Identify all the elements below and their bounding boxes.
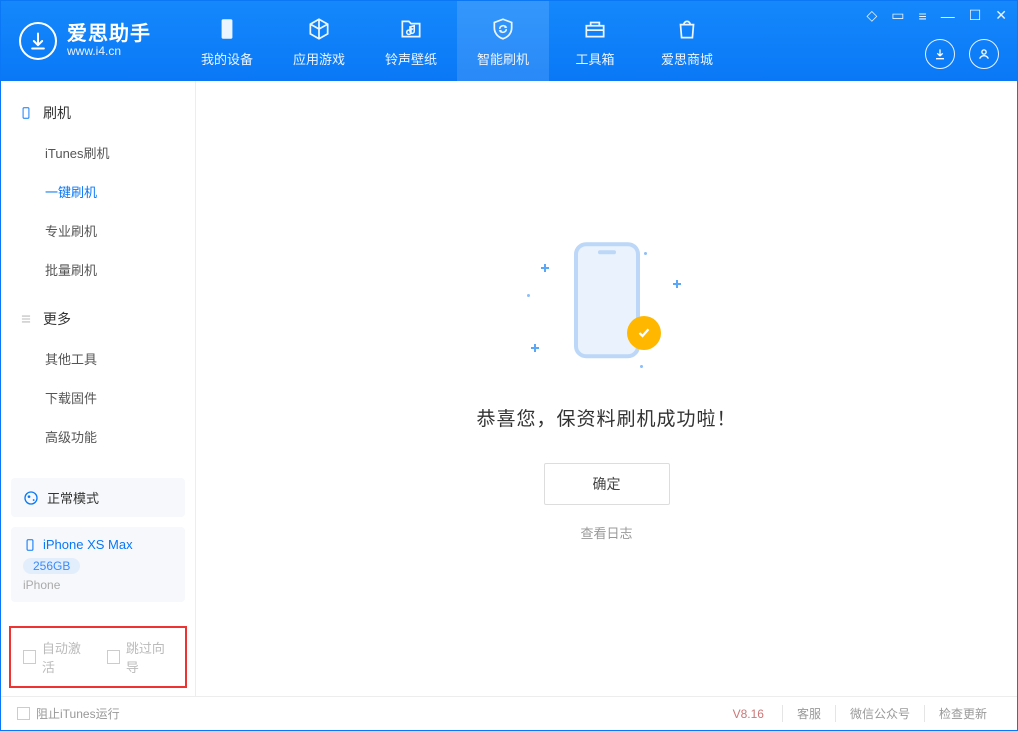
menu-icon[interactable]: ≡ xyxy=(919,8,927,24)
device-icon xyxy=(19,106,35,120)
shield-refresh-icon xyxy=(490,14,516,44)
sidebar-item-pro-flash[interactable]: 专业刷机 xyxy=(1,211,195,250)
version-label: V8.16 xyxy=(733,707,764,721)
minimize-button[interactable]: — xyxy=(941,8,955,24)
sidebar-item-one-click-flash[interactable]: 一键刷机 xyxy=(1,172,195,211)
sidebar-item-advanced[interactable]: 高级功能 xyxy=(1,417,195,456)
app-logo-icon xyxy=(19,22,57,60)
tab-ringtone[interactable]: 铃声壁纸 xyxy=(365,1,457,81)
view-log-link[interactable]: 查看日志 xyxy=(580,523,632,542)
header-round-buttons xyxy=(925,39,999,69)
device-name: iPhone XS Max xyxy=(43,537,133,552)
ok-button[interactable]: 确定 xyxy=(544,463,670,505)
cube-icon xyxy=(306,14,332,44)
section-title: 更多 xyxy=(43,309,71,329)
phone-icon xyxy=(214,14,240,44)
app-url: www.i4.cn xyxy=(67,45,151,58)
music-folder-icon xyxy=(398,14,424,44)
section-flash: 刷机 xyxy=(1,95,195,131)
sidebar-item-itunes-flash[interactable]: iTunes刷机 xyxy=(1,133,195,172)
device-capacity: 256GB xyxy=(23,558,80,574)
tab-toolbox[interactable]: 工具箱 xyxy=(549,1,641,81)
statusbar: 阻止iTunes运行 V8.16 客服 微信公众号 检查更新 xyxy=(1,696,1017,730)
feedback-icon[interactable]: ▭ xyxy=(891,7,904,24)
window-controls: ◇ ▭ ≡ — ☐ ✕ xyxy=(867,7,1007,24)
check-label: 跳过向导 xyxy=(126,638,173,676)
tab-flash[interactable]: 智能刷机 xyxy=(457,1,549,81)
tab-label: 工具箱 xyxy=(575,49,614,68)
check-skip-guide[interactable]: 跳过向导 xyxy=(107,638,173,676)
device-type: iPhone xyxy=(23,578,173,592)
sidebar-item-batch-flash[interactable]: 批量刷机 xyxy=(1,250,195,289)
mode-card[interactable]: 正常模式 xyxy=(11,478,185,517)
tab-label: 我的设备 xyxy=(201,49,253,68)
link-service[interactable]: 客服 xyxy=(782,705,835,722)
success-illustration xyxy=(527,236,687,376)
sidebar-item-other-tools[interactable]: 其他工具 xyxy=(1,339,195,378)
toolbox-icon xyxy=(582,14,608,44)
body: 刷机 iTunes刷机 一键刷机 专业刷机 批量刷机 更多 其他工具 下载固件 … xyxy=(1,81,1017,696)
mode-label: 正常模式 xyxy=(47,488,99,507)
section-title: 刷机 xyxy=(43,103,71,123)
list-icon xyxy=(19,312,35,326)
app-window: 爱思助手 www.i4.cn 我的设备 应用游戏 铃声壁纸 智能刷机 xyxy=(0,0,1018,731)
close-button[interactable]: ✕ xyxy=(995,7,1007,24)
link-wechat[interactable]: 微信公众号 xyxy=(835,705,924,722)
tab-label: 应用游戏 xyxy=(293,49,345,68)
bag-icon xyxy=(674,14,700,44)
sidebar-item-download-firmware[interactable]: 下载固件 xyxy=(1,378,195,417)
skin-icon[interactable]: ◇ xyxy=(867,7,878,24)
check-block-itunes[interactable]: 阻止iTunes运行 xyxy=(17,705,120,722)
maximize-button[interactable]: ☐ xyxy=(969,7,982,24)
tab-apps[interactable]: 应用游戏 xyxy=(273,1,365,81)
device-card[interactable]: iPhone XS Max 256GB iPhone xyxy=(11,527,185,602)
success-message: 恭喜您，保资料刷机成功啦！ xyxy=(476,404,736,431)
download-manager-button[interactable] xyxy=(925,39,955,69)
logo: 爱思助手 www.i4.cn xyxy=(1,1,171,81)
check-badge-icon xyxy=(627,316,661,350)
sidebar: 刷机 iTunes刷机 一键刷机 专业刷机 批量刷机 更多 其他工具 下载固件 … xyxy=(1,81,196,696)
check-label: 阻止iTunes运行 xyxy=(36,705,120,722)
check-label: 自动激活 xyxy=(42,638,89,676)
account-button[interactable] xyxy=(969,39,999,69)
tab-store[interactable]: 爱思商城 xyxy=(641,1,733,81)
nav-tabs: 我的设备 应用游戏 铃声壁纸 智能刷机 工具箱 爱思商城 xyxy=(181,1,733,81)
section-more: 更多 xyxy=(1,301,195,337)
tab-label: 爱思商城 xyxy=(661,49,713,68)
mode-icon xyxy=(23,490,39,506)
titlebar: 爱思助手 www.i4.cn 我的设备 应用游戏 铃声壁纸 智能刷机 xyxy=(1,1,1017,81)
device-phone-icon xyxy=(23,538,37,552)
tab-my-device[interactable]: 我的设备 xyxy=(181,1,273,81)
check-auto-activate[interactable]: 自动激活 xyxy=(23,638,89,676)
app-name: 爱思助手 xyxy=(67,23,151,45)
link-update[interactable]: 检查更新 xyxy=(924,705,1001,722)
tab-label: 铃声壁纸 xyxy=(385,49,437,68)
highlighted-checks: 自动激活 跳过向导 xyxy=(9,626,187,688)
tab-label: 智能刷机 xyxy=(477,49,529,68)
main-content: 恭喜您，保资料刷机成功啦！ 确定 查看日志 xyxy=(196,81,1017,696)
